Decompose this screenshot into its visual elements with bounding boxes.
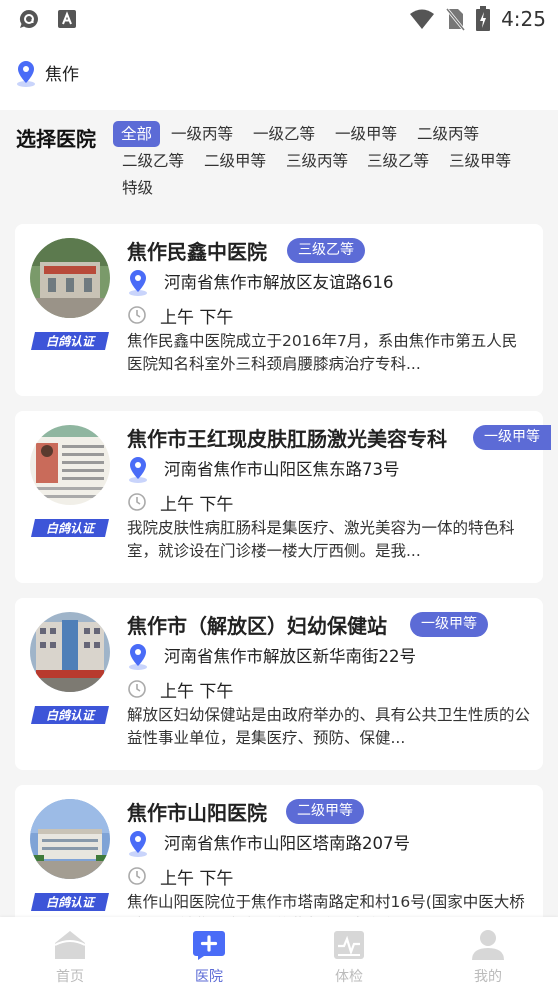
location-pin-icon [129,644,147,670]
svg-text:白鸽认证: 白鸽认证 [46,522,96,536]
location-pin-icon [17,61,35,87]
hospital-icon [193,931,225,960]
no-sim-icon [445,8,466,31]
hospital-description: 焦作民鑫中医院成立于2016年7月，系由焦作市第五人民医院知名科室外三科颈肩腰膝… [127,332,518,373]
hospital-address: 河南省焦作市山阳区焦东路73号 [164,460,400,479]
hospital-name: 焦作市山阳医院 [127,801,267,825]
filter-chip-special[interactable]: 特级 [122,175,153,201]
hospital-hours: 上午 下午 [160,869,234,889]
hospital-level-filter: 选择医院 全部 一级丙等 一级乙等 一级甲等 二级丙等 二级乙等 二级甲等 三级… [0,110,558,210]
certification-badge: 白鸽认证 [31,332,109,350]
status-bar: 4:25 [0,0,558,40]
hospital-level-badge: 一级甲等 [473,425,551,450]
profile-icon [472,930,504,960]
certification-badge: 白鸽认证 [31,893,109,911]
hospital-level-badge: 二级甲等 [286,799,364,824]
hospital-photo [30,612,110,692]
location-bar[interactable]: 焦作 [0,40,558,110]
filter-chip-1b[interactable]: 一级乙等 [253,121,315,147]
filter-chip-1c[interactable]: 一级丙等 [171,121,233,147]
hospital-address: 河南省焦作市山阳区塔南路207号 [164,834,410,853]
hospital-name: 焦作市王红现皮肤肛肠激光美容专科 [127,427,447,451]
filter-chip-2a[interactable]: 二级甲等 [204,148,266,174]
hospital-description: 解放区妇幼保健站是由政府举办的、具有公共卫生性质的公益性事业单位，是集医疗、预防… [127,706,531,747]
hospital-card[interactable]: 白鸽认证 焦作民鑫中医院 三级乙等 河南省焦作市解放区友谊路616 上午 下午 … [15,224,543,396]
clock-icon [128,306,146,324]
status-time: 4:25 [501,7,546,31]
nav-home-label: 首页 [56,969,84,985]
font-notification-icon [58,10,76,28]
nav-hospital[interactable]: 医院 [159,917,259,992]
nav-home[interactable]: 首页 [20,917,120,992]
filter-chip-2b[interactable]: 二级乙等 [122,148,184,174]
filter-title: 选择医院 [16,127,96,151]
clock-icon [128,493,146,511]
checkup-icon [334,931,364,959]
location-pin-icon [129,457,147,483]
wifi-icon [410,9,435,29]
chat-notification-icon [19,9,38,28]
filter-chip-2c[interactable]: 二级丙等 [417,121,479,147]
home-icon [54,931,86,959]
hospital-level-badge: 一级甲等 [410,612,488,637]
svg-text:白鸽认证: 白鸽认证 [46,335,96,349]
nav-hospital-label: 医院 [195,969,223,985]
battery-charging-icon [476,6,491,31]
hospital-address: 河南省焦作市解放区新华南街22号 [164,647,416,666]
hospital-card[interactable]: 白鸽认证 焦作市（解放区）妇幼保健站 一级甲等 河南省焦作市解放区新华南街22号… [15,598,543,770]
clock-icon [128,680,146,698]
nav-profile-label: 我的 [474,969,502,985]
hospital-description: 我院皮肤性病肛肠科是集医疗、激光美容为一体的特色科室，就诊设在门诊楼一楼大厅西侧… [127,519,515,560]
nav-checkup[interactable]: 体检 [299,917,399,992]
nav-profile[interactable]: 我的 [438,917,538,992]
filter-chip-1a[interactable]: 一级甲等 [335,121,397,147]
clock-icon [128,867,146,885]
hospital-photo [30,425,110,505]
certification-badge: 白鸽认证 [31,706,109,724]
location-pin-icon [129,270,147,296]
hospital-photo [30,238,110,318]
filter-chip-3b[interactable]: 三级乙等 [367,148,429,174]
certification-badge: 白鸽认证 [31,519,109,537]
location-city: 焦作 [45,65,79,85]
svg-text:白鸽认证: 白鸽认证 [46,896,96,910]
hospital-address: 河南省焦作市解放区友谊路616 [164,273,394,292]
hospital-name: 焦作市（解放区）妇幼保健站 [127,614,387,638]
filter-chip-all[interactable]: 全部 [113,121,161,147]
hospital-photo [30,799,110,879]
hospital-card[interactable]: 白鸽认证 焦作市王红现皮肤肛肠激光美容专科 一级甲等 河南省焦作市山阳区焦东路7… [15,411,551,583]
svg-text:白鸽认证: 白鸽认证 [46,709,96,723]
filter-chip-3c[interactable]: 三级丙等 [286,148,348,174]
hospital-hours: 上午 下午 [160,682,234,702]
location-pin-icon [129,831,147,857]
bottom-navigation: 首页 医院 体检 我的 [0,917,558,992]
hospital-hours: 上午 下午 [160,308,234,328]
hospital-name: 焦作民鑫中医院 [127,240,267,264]
filter-chip-3a[interactable]: 三级甲等 [449,148,511,174]
hospital-hours: 上午 下午 [160,495,234,515]
hospital-level-badge: 三级乙等 [287,238,365,263]
nav-checkup-label: 体检 [335,969,363,985]
